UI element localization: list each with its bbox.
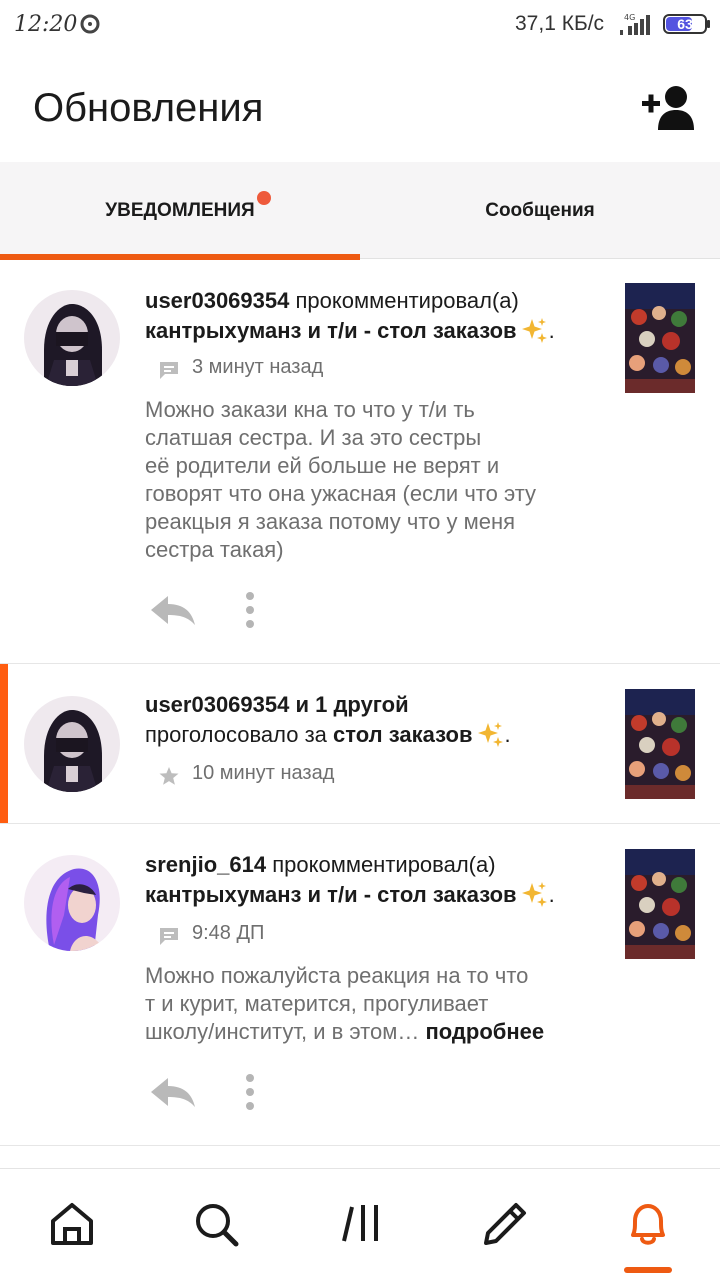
- comment-line: её родители ей больше не верят и: [145, 453, 500, 478]
- feed-item-comment[interactable]: user03069354 прокомментировал(а) кантрых…: [0, 260, 720, 664]
- tab-messages[interactable]: Сообщения: [360, 162, 720, 258]
- pencil-icon[interactable]: [480, 1199, 530, 1249]
- username[interactable]: srenjio_614: [145, 852, 266, 877]
- battery-icon: 63: [663, 14, 713, 34]
- activity-target-line: проголосовало за стол заказов .: [145, 722, 511, 747]
- comment-line: слатшая сестра. И за это сестры: [145, 425, 482, 450]
- comment-line: Можно закази кна то что у т/и ть: [145, 397, 475, 422]
- story-title-link[interactable]: стол заказов: [333, 722, 472, 747]
- tab-notifications-label: УВЕДОМЛЕНИЯ: [105, 200, 255, 221]
- tab-notifications[interactable]: УВЕДОМЛЕНИЯ: [0, 162, 360, 260]
- library-icon[interactable]: [336, 1199, 386, 1249]
- tab-messages-label: Сообщения: [485, 200, 595, 221]
- comment-line: реакцыя я заказа потому что у меня: [145, 509, 516, 534]
- read-more-link[interactable]: подробнее: [425, 1019, 544, 1044]
- story-cover-thumbnail[interactable]: [625, 689, 695, 799]
- network-type: 4G: [624, 13, 635, 22]
- page-title: Обновления: [33, 86, 264, 130]
- home-icon[interactable]: [47, 1199, 97, 1249]
- comment-line: сестра такая): [145, 537, 284, 562]
- star-icon: [159, 767, 179, 785]
- status-bar: 12:20 37,1 КБ/с 4G 63: [0, 0, 720, 52]
- comment-icon: [160, 362, 178, 379]
- reply-icon[interactable]: [148, 592, 198, 628]
- sparkle-icon: [521, 882, 547, 907]
- app-header: Обновления: [0, 52, 720, 162]
- battery-level: 63: [677, 16, 693, 32]
- avatar[interactable]: [24, 855, 120, 951]
- reply-icon[interactable]: [148, 1074, 198, 1110]
- timestamp: 9:48 ДП: [192, 922, 265, 944]
- bell-icon[interactable]: [623, 1199, 673, 1249]
- sparkle-icon: [521, 318, 547, 343]
- comment-line-text: школу/институт, и в этом…: [145, 1019, 420, 1044]
- story-cover-thumbnail[interactable]: [625, 849, 695, 959]
- active-nav-indicator: [624, 1267, 672, 1273]
- tab-bar: УВЕДОМЛЕНИЯ Сообщения: [0, 162, 720, 260]
- unread-indicator: [0, 664, 8, 823]
- bottom-navigation: [0, 1168, 720, 1281]
- feed-item-vote[interactable]: user03069354 и 1 другой проголосовало за…: [0, 664, 720, 824]
- search-icon[interactable]: [191, 1199, 241, 1249]
- avatar[interactable]: [24, 290, 120, 386]
- add-person-icon[interactable]: [638, 82, 698, 132]
- comment-icon: [160, 928, 178, 945]
- disc-icon: [80, 14, 100, 34]
- story-title-link[interactable]: кантрыхуманз и т/и - стол заказов: [145, 882, 517, 907]
- timestamp: 10 минут назад: [192, 762, 335, 784]
- comment-text[interactable]: Можно закази кна то что у т/и ть слатшая…: [145, 396, 595, 564]
- activity-action: проголосовало за: [145, 722, 327, 747]
- comment-line: Можно пожалуйста реакция на то что: [145, 963, 529, 988]
- comment-line: школу/институт, и в этом… подробнее: [145, 1018, 595, 1046]
- comment-line: т и курит, матерится, прогуливает: [145, 991, 489, 1016]
- activity-line: srenjio_614 прокомментировал(а): [145, 852, 496, 878]
- avatar[interactable]: [24, 696, 120, 792]
- more-options-icon[interactable]: [238, 1072, 262, 1112]
- net-speed: 37,1 КБ/с: [515, 12, 605, 35]
- activity-action: прокомментировал(а): [295, 288, 519, 313]
- comment-line: говорят что она ужасная (если что эту: [145, 481, 537, 506]
- signal-icon: 4G: [620, 13, 650, 35]
- activity-action: прокомментировал(а): [272, 852, 496, 877]
- story-cover-thumbnail[interactable]: [625, 283, 695, 393]
- activity-target-line: кантрыхуманз и т/и - стол заказов .: [145, 318, 555, 343]
- more-options-icon[interactable]: [238, 590, 262, 630]
- feed-item-comment[interactable]: srenjio_614 прокомментировал(а) кантрыху…: [0, 824, 720, 1146]
- notification-badge: [257, 191, 271, 205]
- timestamp: 3 минут назад: [192, 356, 324, 378]
- username[interactable]: user03069354 и 1 другой: [145, 692, 409, 718]
- activity-line: user03069354 прокомментировал(а): [145, 288, 519, 314]
- activity-target-line: кантрыхуманз и т/и - стол заказов .: [145, 882, 555, 907]
- comment-text[interactable]: Можно пожалуйста реакция на то что т и к…: [145, 962, 595, 1046]
- username[interactable]: user03069354: [145, 288, 289, 313]
- story-title-link[interactable]: кантрыхуманз и т/и - стол заказов: [145, 318, 517, 343]
- status-time: 12:20: [14, 12, 78, 37]
- sparkle-icon: [477, 722, 503, 747]
